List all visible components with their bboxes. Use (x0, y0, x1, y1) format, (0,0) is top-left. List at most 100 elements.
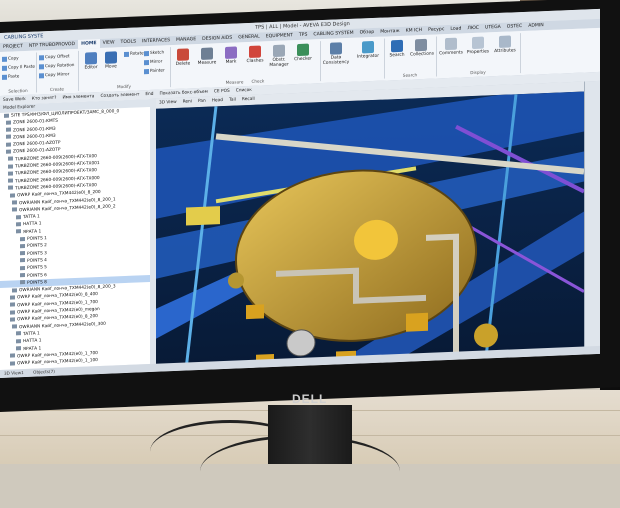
create-group-label: Create (50, 86, 64, 92)
obstruction-manager-button[interactable]: Obstr. Manager (268, 44, 290, 68)
properties-icon (472, 36, 484, 50)
comments-icon (445, 37, 457, 51)
tree-node-icon (6, 134, 11, 140)
editor-button[interactable]: Editor (80, 52, 102, 71)
delete-icon (177, 48, 189, 61)
monitor-stand (268, 405, 352, 464)
tree-row-label: POINTS 6 (27, 272, 47, 279)
status-objects[interactable]: Objects(7) (29, 368, 59, 377)
mirror-button[interactable]: Mirror (144, 58, 162, 65)
move-icon (105, 51, 117, 64)
tree-node-icon (20, 243, 25, 249)
ribbon-copy-offset[interactable]: Copy Offset (39, 53, 70, 60)
tree-row-label: ЯРАТА 1 (23, 229, 42, 235)
status-view[interactable]: 3D View1 (0, 369, 28, 378)
tree-node-icon (12, 287, 17, 293)
measure-button[interactable]: Measure (196, 47, 218, 66)
tree-node-icon (20, 236, 25, 241)
search-button[interactable]: Search (386, 39, 408, 59)
right-dock-tabs[interactable] (584, 80, 600, 354)
checker-button[interactable]: Checker (292, 43, 314, 62)
ribbon-copy-paste[interactable]: Copy Il Paste (2, 64, 35, 71)
3d-model-render (156, 91, 584, 371)
viewport-toolbar-item[interactable]: Reni (180, 97, 195, 108)
tree-node-icon (12, 200, 17, 205)
ribbon-copy-mirror[interactable]: Copy Mirror (39, 71, 69, 78)
tree-node-icon (16, 214, 21, 220)
tree-node-icon (6, 142, 11, 147)
move-button[interactable]: Move (100, 51, 122, 70)
ribbon-paste[interactable]: Paste (2, 73, 19, 80)
editor-icon (85, 52, 97, 65)
viewport-toolbar-item[interactable]: Tail (226, 95, 239, 106)
painter-button[interactable]: Painter (144, 67, 165, 74)
selection-group-label: Selection (8, 87, 28, 94)
attributes-icon (499, 35, 511, 48)
tree-row-label: ZONE 2600-01-KMTS (13, 118, 59, 126)
tree-node-icon (6, 120, 11, 125)
tree-node-icon (20, 280, 25, 285)
tree-row-label: НАТТА 1 (23, 221, 42, 228)
yellow-support (406, 312, 428, 332)
comments-button[interactable]: Comments (438, 37, 464, 56)
tree-node-icon (20, 258, 25, 263)
tree-node-icon (16, 229, 21, 234)
checker-icon (297, 43, 309, 57)
integrator-icon (362, 40, 374, 54)
clashes-icon (249, 45, 261, 58)
search-icon (391, 39, 403, 53)
tree-node-icon (10, 193, 15, 198)
tree-row-label: POINTS 4 (27, 258, 47, 264)
tree-node-icon (10, 353, 15, 358)
tree-node-icon (20, 273, 25, 278)
tree-node-icon (16, 346, 21, 351)
tree-row-label: POINTS 1 (27, 236, 47, 242)
rotate-button[interactable]: Rotate (124, 50, 144, 57)
collections-icon (415, 38, 427, 52)
consistency-group: Data Consistency Integrator (320, 38, 385, 82)
yellow-box (186, 206, 220, 226)
tree-row-label: НАТТА 1 (23, 338, 42, 345)
tree-rows: SITE TPS/ФНЗ/ФЛ_ЦИОЛИПРОЕКТ/ЗАМС_8_000_0… (0, 107, 150, 368)
tree-node-icon (6, 127, 11, 132)
yellow-support (246, 304, 264, 320)
modify-group: Editor Move Rotate Sketch Mirror Painter… (78, 47, 171, 91)
viewport-toolbar-item[interactable]: Pan (195, 97, 209, 108)
tree-row-label: ЯРАТА 1 (23, 345, 42, 352)
properties-button[interactable]: Properties (465, 36, 491, 55)
tree-node-icon (10, 317, 15, 322)
delete-button[interactable]: Delete (172, 48, 194, 67)
tree-node-icon (12, 207, 17, 212)
tree-row-label: TATTA 1 (23, 214, 40, 221)
integrator-button[interactable]: Integrator (354, 40, 382, 60)
search-group-label: Search (402, 72, 418, 78)
selection-group: Copy Copy Il Paste Paste Selection (0, 52, 37, 94)
sketch-button[interactable]: Sketch (144, 49, 164, 56)
attributes-button[interactable]: Attributes (492, 35, 518, 54)
tree-node-icon (8, 178, 13, 183)
ribbon-copy[interactable]: Copy (2, 55, 19, 62)
tree-node-icon (6, 149, 11, 154)
tree-node-icon (20, 265, 25, 270)
tree-node-icon (10, 309, 15, 315)
mark-icon (225, 46, 237, 59)
mark-button[interactable]: Mark (220, 46, 242, 65)
collections-button[interactable]: Collections (410, 38, 434, 58)
ribbon-copy-rotation[interactable]: Copy Rotation (39, 62, 74, 69)
flange (286, 329, 316, 357)
tree-row-label: POINTS 5 (27, 265, 47, 272)
tree-node-icon (8, 185, 13, 191)
data-consistency-button[interactable]: Data Consistency (322, 42, 350, 66)
3d-viewport[interactable] (156, 91, 584, 371)
tree-row-label: POINTS 2 (27, 243, 47, 250)
tree-node-icon (20, 251, 25, 256)
obstruction-icon (273, 44, 285, 58)
tree-node-icon (16, 338, 21, 344)
clashes-button[interactable]: Clashes (244, 45, 266, 64)
tree-node-icon (4, 113, 9, 118)
tree-node-icon (8, 164, 13, 169)
create-group: Copy Offset Copy Rotation Copy Mirror Cr… (36, 50, 79, 93)
model-explorer: Model Explorer SITE TPS/ФНЗ/ФЛ_ЦИОЛИПРОЕ… (0, 98, 151, 370)
display-group: Comments Properties Attributes Display (436, 33, 521, 77)
tree-node-icon (12, 324, 17, 329)
